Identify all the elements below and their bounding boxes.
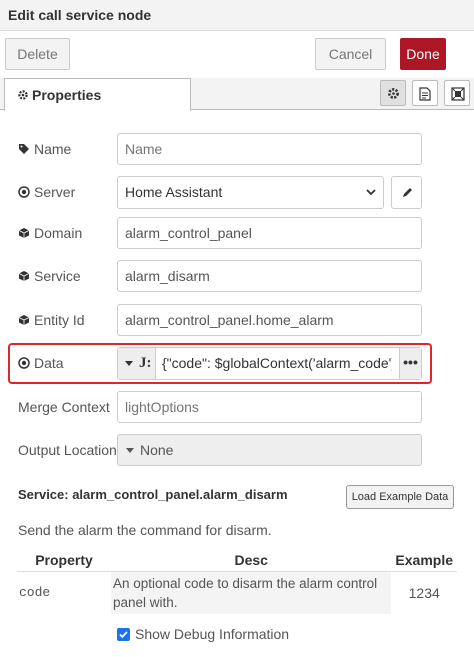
service-info-title: Service: alarm_control_panel.alarm_disar…	[18, 487, 288, 502]
data-label: Data	[18, 355, 64, 371]
cube-icon	[18, 315, 30, 325]
data-value[interactable]: {"code": $globalContext('alarm_code')}	[162, 348, 392, 379]
server-label: Server	[18, 184, 75, 200]
data-typed-input: J: {"code": $globalContext('alarm_code')…	[117, 347, 422, 380]
done-button[interactable]: Done	[400, 38, 446, 70]
debug-label: Show Debug Information	[135, 626, 290, 642]
load-example-data-button[interactable]: Load Example Data	[346, 485, 454, 509]
example-cell: 1234	[391, 570, 457, 614]
data-type-select[interactable]: J:	[118, 348, 156, 379]
tab-properties[interactable]: Properties	[4, 78, 191, 111]
settings-tab-button[interactable]	[380, 80, 406, 106]
dialog-title-bar: Edit call service node	[0, 0, 474, 31]
service-description: Send the alarm the command for disarm.	[18, 522, 272, 538]
jsonata-type-icon: J:	[139, 355, 152, 371]
column-header-property: Property	[35, 551, 93, 568]
service-fields-table: Property Desc Example code An optional c…	[17, 549, 457, 614]
property-cell: code	[17, 570, 111, 614]
chevron-down-icon	[366, 189, 376, 196]
edit-server-button[interactable]	[391, 176, 422, 209]
service-input[interactable]: alarm_disarm	[117, 260, 422, 292]
table-row: code An optional code to disarm the alar…	[17, 570, 457, 614]
appearance-icon	[451, 87, 465, 101]
name-label: Name	[18, 141, 71, 157]
server-select-value: Home Assistant	[125, 184, 223, 200]
appearance-tab-button[interactable]	[444, 80, 470, 106]
gear-icon	[388, 88, 399, 99]
cancel-button[interactable]: Cancel	[315, 38, 386, 70]
dot-circle-icon	[18, 186, 30, 198]
description-tab-button[interactable]	[412, 80, 438, 106]
cube-icon	[18, 228, 30, 238]
merge-context-label: Merge Context	[18, 399, 110, 415]
caret-down-icon	[126, 448, 134, 453]
column-header-desc: Desc	[234, 551, 268, 568]
entity-id-label: Entity Id	[18, 312, 85, 328]
server-select[interactable]: Home Assistant	[117, 176, 384, 209]
show-debug-option[interactable]: Show Debug Information	[117, 626, 289, 642]
output-location-value: None	[140, 442, 174, 458]
output-location-select[interactable]: None	[117, 434, 422, 466]
desc-cell: An optional code to disarm the alarm con…	[111, 570, 392, 614]
delete-button[interactable]: Delete	[5, 38, 70, 70]
checkmark-icon	[119, 631, 128, 639]
dialog-title: Edit call service node	[8, 7, 152, 23]
data-expand-button[interactable]: •••	[399, 348, 421, 379]
debug-checkbox[interactable]	[117, 628, 130, 641]
tag-icon	[19, 144, 29, 154]
dot-circle-icon	[18, 357, 30, 369]
entity-id-input[interactable]: alarm_control_panel.home_alarm	[117, 304, 422, 336]
cube-icon	[18, 271, 30, 281]
file-text-icon	[419, 87, 431, 101]
output-location-label: Output Location	[18, 442, 117, 458]
name-input[interactable]	[117, 133, 422, 165]
pencil-icon	[403, 188, 412, 197]
domain-input[interactable]: alarm_control_panel	[117, 217, 422, 249]
tab-bar: Properties	[0, 78, 474, 111]
caret-down-icon	[125, 361, 133, 366]
domain-label: Domain	[18, 225, 82, 241]
column-header-example: Example	[395, 551, 453, 568]
service-label: Service	[18, 268, 81, 284]
tab-properties-label: Properties	[32, 87, 102, 103]
merge-context-input[interactable]	[117, 391, 422, 423]
gear-icon	[17, 88, 29, 104]
